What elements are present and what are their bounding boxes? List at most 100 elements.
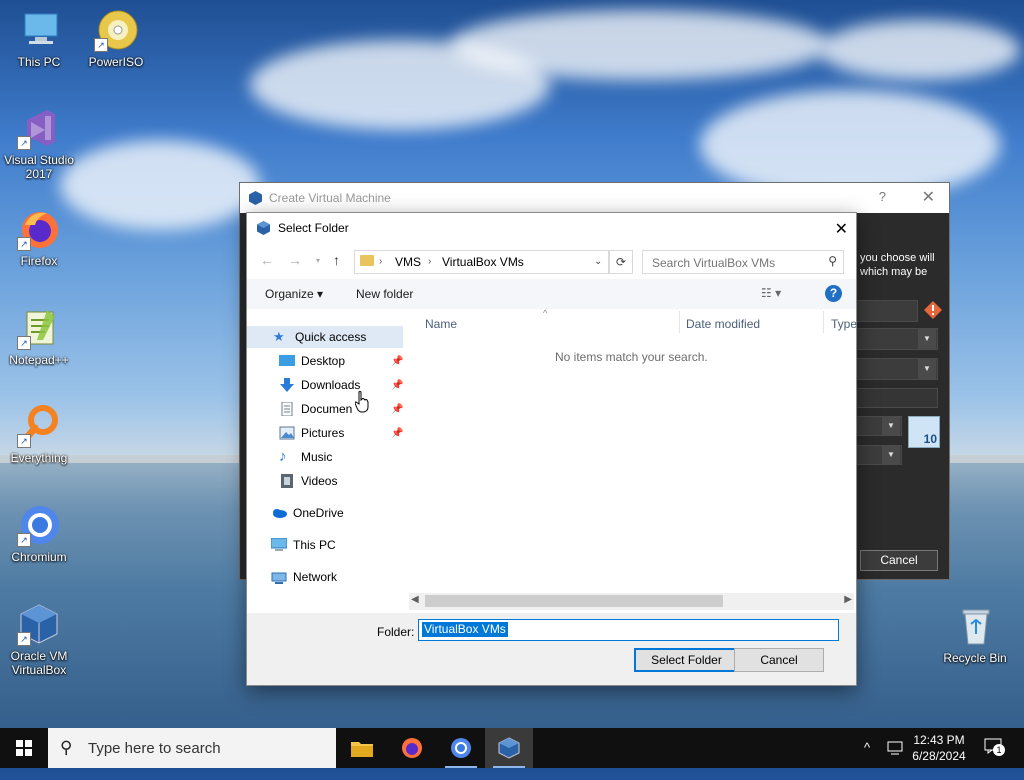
chevron-down-icon[interactable]: ▼ — [882, 417, 900, 435]
refresh-icon[interactable]: ⟳ — [609, 250, 633, 274]
view-options-icon[interactable]: ☷ ▾ — [761, 286, 781, 300]
star-icon: ★ — [273, 329, 285, 344]
column-header-date-modified[interactable]: Date modified — [686, 317, 760, 331]
column-header-type[interactable]: Type — [831, 317, 857, 331]
magnifier-icon: ↗ — [17, 404, 61, 448]
vm-disabled-combo — [856, 388, 938, 408]
chromium-icon — [451, 738, 471, 758]
nav-onedrive[interactable]: OneDrive — [271, 502, 344, 524]
chevron-down-icon[interactable]: ▼ — [882, 446, 900, 464]
dialog-footer: Folder: VirtualBox VMs Select Folder Can… — [247, 613, 856, 685]
chevron-down-icon[interactable]: ▼ — [918, 329, 936, 349]
desktop-icon-this-pc[interactable]: This PC — [1, 8, 77, 69]
create-vm-titlebar: Create Virtual Machine ? ✕ — [240, 183, 949, 213]
desktop-icon-virtualbox[interactable]: ↗ Oracle VM VirtualBox — [1, 602, 77, 677]
visual-studio-icon: ↗ — [17, 106, 61, 150]
system-clock[interactable]: 12:43 PM 6/28/2024 — [908, 732, 970, 764]
horizontal-scrollbar[interactable]: ◀ ▶ — [409, 593, 854, 610]
film-icon — [279, 474, 295, 488]
nav-downloads[interactable]: Downloads — [279, 374, 360, 396]
recent-chevron-icon[interactable]: ▾ — [316, 256, 320, 265]
scrollbar-thumb[interactable] — [425, 595, 723, 607]
help-icon[interactable]: ? — [825, 285, 842, 302]
nav-videos[interactable]: Videos — [279, 470, 337, 492]
taskbar-search-placeholder: Type here to search — [88, 740, 221, 757]
search-icon: ⚲ — [828, 254, 837, 268]
help-button[interactable]: ? — [879, 189, 886, 204]
sort-caret-icon: ^ — [543, 308, 548, 318]
recycle-bin-icon — [953, 604, 997, 648]
chromium-icon: ↗ — [17, 503, 61, 547]
search-input[interactable] — [650, 255, 824, 271]
nav-network[interactable]: Network — [271, 566, 337, 588]
up-arrow-icon[interactable]: ↑ — [333, 252, 340, 268]
desktop-icon-firefox[interactable]: ↗ Firefox — [1, 207, 77, 268]
cancel-button[interactable]: Cancel — [734, 648, 824, 672]
firefox-icon: ↗ — [17, 207, 61, 251]
vm-description-text: you choose will which may be — [860, 252, 935, 278]
taskbar-chromium[interactable] — [437, 728, 485, 768]
pin-icon[interactable]: 📌 — [391, 380, 403, 391]
nav-documents[interactable]: Documen — [279, 398, 352, 420]
close-button[interactable]: ✕ — [835, 219, 848, 239]
warning-icon — [924, 301, 942, 319]
desktop-icon-visual-studio[interactable]: ↗ Visual Studio 2017 — [1, 106, 77, 181]
taskbar-file-explorer[interactable] — [338, 728, 386, 768]
select-folder-dialog: Select Folder ✕ ← → ▾ ↑ › VMS › VirtualB… — [246, 212, 857, 686]
column-header-name[interactable]: Name — [425, 317, 457, 331]
nav-this-pc[interactable]: This PC — [270, 534, 336, 556]
select-folder-titlebar: Select Folder ✕ — [247, 213, 856, 243]
forward-arrow-icon[interactable]: → — [288, 252, 302, 268]
notification-count-badge: 1 — [993, 744, 1005, 756]
music-note-icon: ♪ — [279, 448, 287, 465]
nav-desktop[interactable]: Desktop — [279, 350, 345, 372]
taskbar: ⚲ Type here to search ^ 12:43 PM 6/28/20… — [0, 728, 1024, 768]
taskbar-search-box[interactable]: ⚲ Type here to search — [48, 728, 336, 768]
computer-icon — [17, 8, 61, 52]
breadcrumb-virtualbox-vms[interactable]: VirtualBox VMs — [442, 255, 524, 269]
back-arrow-icon[interactable]: ← — [260, 252, 274, 268]
new-folder-button[interactable]: New folder — [356, 287, 413, 301]
nav-music[interactable]: ♪ Music — [279, 446, 332, 468]
start-button[interactable] — [0, 728, 48, 768]
address-bar[interactable]: › VMS › VirtualBox VMs ⌄ — [354, 250, 609, 274]
tray-overflow-chevron[interactable]: ^ — [864, 740, 870, 780]
breadcrumb-vms[interactable]: VMS — [395, 255, 421, 269]
navigation-bar: ← → ▾ ↑ › VMS › VirtualBox VMs ⌄ ⟳ ⚲ — [247, 248, 856, 274]
organize-button[interactable]: Organize ▾ — [265, 287, 323, 301]
network-icon[interactable] — [887, 740, 903, 756]
desktop-icon-notepad-plus-plus[interactable]: ↗ Notepad++ — [1, 306, 77, 367]
vm-folder-field[interactable] — [856, 300, 918, 322]
select-folder-button[interactable]: Select Folder — [634, 648, 739, 672]
hand-cursor-icon — [355, 391, 369, 413]
pin-icon[interactable]: 📌 — [391, 356, 403, 367]
desktop-icon-chromium[interactable]: ↗ Chromium — [1, 503, 77, 564]
scroll-left-icon[interactable]: ◀ — [411, 594, 419, 605]
virtualbox-icon: ↗ — [17, 602, 61, 646]
nav-pictures[interactable]: Pictures — [279, 422, 344, 444]
taskbar-firefox[interactable] — [388, 728, 436, 768]
desktop-icon-poweriso[interactable]: ↗ PowerISO — [78, 8, 154, 69]
pin-icon[interactable]: 📌 — [391, 428, 403, 439]
folder-input[interactable]: VirtualBox VMs — [418, 619, 839, 641]
folder-input-value: VirtualBox VMs — [422, 622, 508, 637]
nav-quick-access[interactable]: ★ Quick access — [247, 326, 403, 348]
notification-center-button[interactable]: 1 — [984, 738, 1006, 758]
vm-cancel-button[interactable]: Cancel — [860, 550, 938, 571]
cloud-icon — [271, 506, 287, 520]
scroll-right-icon[interactable]: ▶ — [844, 594, 852, 605]
chevron-down-icon[interactable]: ▼ — [918, 359, 936, 379]
desktop-icon-everything[interactable]: ↗ Everything — [1, 404, 77, 465]
chevron-down-icon[interactable]: ⌄ — [594, 256, 602, 267]
windows-logo-icon — [16, 740, 32, 756]
virtualbox-icon — [257, 221, 270, 235]
close-button[interactable]: ✕ — [922, 187, 935, 207]
virtualbox-icon — [498, 737, 520, 759]
pin-icon[interactable]: 📌 — [391, 404, 403, 415]
folder-icon — [351, 742, 373, 757]
notepad-icon: ↗ — [17, 306, 61, 350]
folder-icon — [360, 255, 374, 266]
search-box[interactable]: ⚲ — [642, 250, 844, 274]
taskbar-virtualbox[interactable] — [485, 728, 533, 768]
desktop-icon-recycle-bin[interactable]: Recycle Bin — [937, 604, 1013, 665]
